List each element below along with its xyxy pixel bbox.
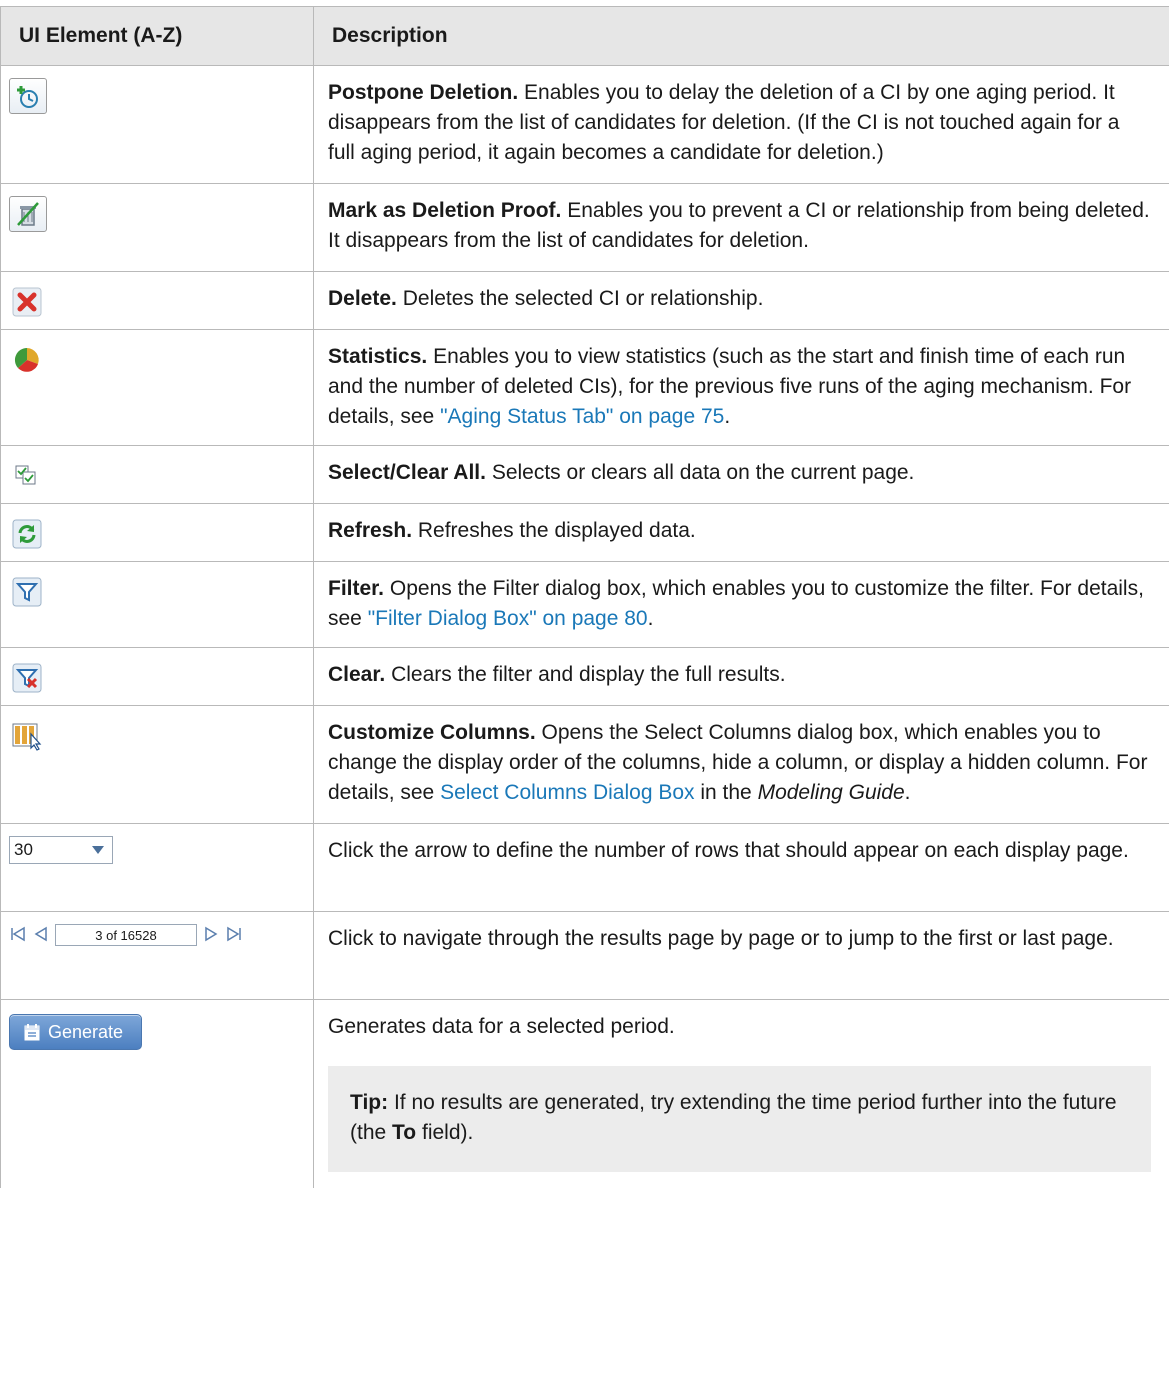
table-row: 3 of 16528 Click to navigate through the… <box>0 911 1169 1000</box>
row-text: Click to navigate through the results pa… <box>328 927 1114 950</box>
row-text: Deletes the selected CI or relationship. <box>402 287 764 310</box>
aging-status-tab-link[interactable]: "Aging Status Tab" on page 75 <box>440 405 724 428</box>
row-text-end: . <box>647 607 654 630</box>
table-row: Select/Clear All. Selects or clears all … <box>0 445 1169 504</box>
modeling-guide-title: Modeling Guide <box>757 781 905 804</box>
first-page-icon[interactable] <box>9 926 27 945</box>
tip-box: Tip: If no results are generated, try ex… <box>328 1066 1151 1172</box>
calendar-icon <box>24 1024 40 1041</box>
table-row: Clear. Clears the filter and display the… <box>0 647 1169 706</box>
row-title: Postpone Deletion. <box>328 81 519 104</box>
table-header-row: UI Element (A-Z) Description <box>0 6 1169 66</box>
row-text: Click the arrow to define the number of … <box>328 839 1129 862</box>
generate-button-label: Generate <box>48 1021 124 1042</box>
row-text-mid: in the <box>694 781 758 804</box>
row-text: Selects or clears all data on the curren… <box>491 461 915 484</box>
table-row: Generate Generates data for a selected p… <box>0 999 1169 1188</box>
row-title: Filter. <box>328 577 385 600</box>
table-row: Filter. Opens the Filter dialog box, whi… <box>0 561 1169 648</box>
select-clear-all-icon[interactable] <box>9 458 45 494</box>
table-row: Mark as Deletion Proof. Enables you to p… <box>0 183 1169 272</box>
table-row: Statistics. Enables you to view statisti… <box>0 329 1169 446</box>
table-row: Delete. Deletes the selected CI or relat… <box>0 271 1169 330</box>
tip-label: Tip: <box>350 1091 389 1114</box>
row-title: Delete. <box>328 287 397 310</box>
deletion-proof-icon[interactable] <box>9 196 47 232</box>
row-title: Select/Clear All. <box>328 461 486 484</box>
refresh-icon[interactable] <box>9 516 45 552</box>
filter-dialog-box-link[interactable]: "Filter Dialog Box" on page 80 <box>368 607 648 630</box>
clear-filter-icon[interactable] <box>9 660 45 696</box>
row-text-end: . <box>904 781 911 804</box>
table-row: Refresh. Refreshes the displayed data. <box>0 503 1169 562</box>
page-navigator: 3 of 16528 <box>9 924 305 946</box>
ui-elements-table: UI Element (A-Z) Description Postpone De… <box>0 6 1169 1188</box>
table-row: 30 Click the arrow to define the number … <box>0 823 1169 912</box>
tip-to-field: To <box>392 1121 417 1144</box>
row-title: Clear. <box>328 663 386 686</box>
delete-icon[interactable] <box>9 284 45 320</box>
previous-page-icon[interactable] <box>33 926 49 945</box>
filter-icon[interactable] <box>9 574 45 610</box>
row-text-end: . <box>724 405 731 428</box>
postpone-deletion-icon[interactable] <box>9 78 47 114</box>
next-page-icon[interactable] <box>203 926 219 945</box>
rows-per-page-value: 30 <box>14 840 33 859</box>
row-title: Statistics. <box>328 345 428 368</box>
table-row: Customize Columns. Opens the Select Colu… <box>0 705 1169 824</box>
last-page-icon[interactable] <box>225 926 243 945</box>
chevron-down-icon[interactable] <box>84 837 112 863</box>
customize-columns-icon[interactable] <box>9 718 45 754</box>
rows-per-page-dropdown[interactable]: 30 <box>9 836 113 864</box>
row-title: Refresh. <box>328 519 413 542</box>
header-ui-element: UI Element (A-Z) <box>0 6 314 66</box>
select-columns-dialog-box-link[interactable]: Select Columns Dialog Box <box>440 781 694 804</box>
page-number-field[interactable]: 3 of 16528 <box>55 924 197 946</box>
statistics-icon[interactable] <box>9 342 45 378</box>
tip-text-end: field). <box>421 1121 474 1144</box>
row-text: Refreshes the displayed data. <box>417 519 696 542</box>
row-title: Mark as Deletion Proof. <box>328 199 562 222</box>
table-row: Postpone Deletion. Enables you to delay … <box>0 65 1169 184</box>
header-description: Description <box>313 6 1169 66</box>
row-text: Clears the filter and display the full r… <box>391 663 786 686</box>
generate-button[interactable]: Generate <box>9 1014 143 1050</box>
row-title: Customize Columns. <box>328 721 536 744</box>
row-text: Generates data for a selected period. <box>328 1015 675 1038</box>
